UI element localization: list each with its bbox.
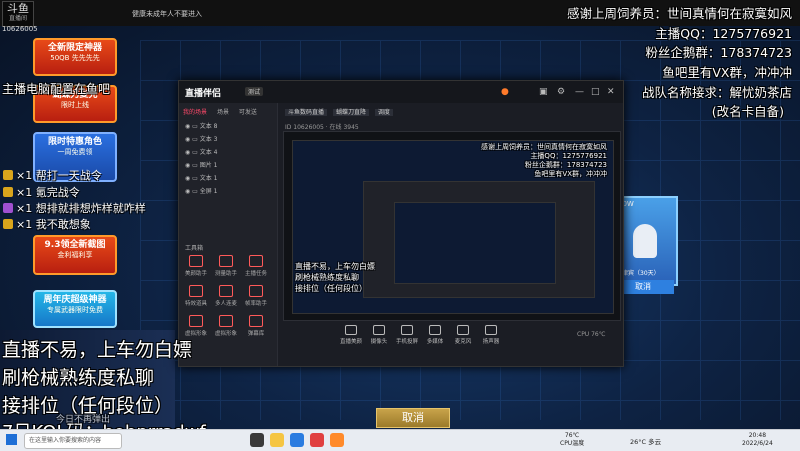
gift-icon [3, 187, 13, 197]
app-version: 测试 [245, 87, 264, 96]
room-header: 斗鱼数码直播 蝴蝶刀直降 调度 ID 10626005 · 在线 3945 [285, 107, 397, 131]
btn-speaker[interactable]: 扬声器 [479, 325, 503, 345]
faded-text: 今日不再弹出 [56, 415, 111, 425]
team-name: 战队名称接求：解忧奶茶店 [641, 85, 792, 100]
fans-group: 粉丝企鹅群：178374723 [645, 45, 792, 60]
danmu-item: ×1 我不敢想象 [3, 216, 91, 232]
tool-measure[interactable]: 测量助手 [215, 255, 237, 277]
taskbar-app-icon[interactable] [310, 433, 324, 447]
btn-media[interactable]: 多媒体 [423, 325, 447, 345]
btn-microphone[interactable]: 麦克风 [451, 325, 475, 345]
toolbox-label: 工具箱 [185, 245, 204, 252]
promo-banner-4[interactable]: 9.3领全新截图 金利福利享 [33, 235, 117, 275]
vx-note: 鱼吧里有VX群，冲冲冲 [662, 65, 792, 80]
tab-scenes[interactable]: 场景 [217, 109, 229, 116]
nested-bottom-text: 直播不易，上车勿白嫖 刷枪械熟练度私聊 接排位（任何段位） [295, 262, 375, 293]
minimize-icon[interactable]: — [575, 87, 584, 97]
room-info: ID 10626005 · 在线 3945 [285, 124, 359, 131]
scene-item[interactable]: ◉ ▭ 文本 8 [185, 121, 217, 130]
scene-item[interactable]: ◉ ▭ 图片 1 [185, 160, 217, 169]
nested-preview-2 [363, 181, 595, 298]
weather: 26°C 多云 [630, 438, 662, 446]
clock: 20:48 2022/6/24 [742, 432, 773, 447]
scene-item[interactable]: ◉ ▭ 文本 1 [185, 173, 217, 182]
tool-beauty[interactable]: 美颜助手 [185, 255, 207, 277]
nested-preview-3 [394, 202, 556, 284]
nested-preview-1: 感谢上周饲养员：世间真情何在寂寞如风 主播QQ：1275776921 粉丝企鹅群：1… [292, 140, 614, 314]
app-titlebar: 直播伴侣 测试 ● ▣ ⚙ — □ ✕ [179, 81, 623, 103]
header-tag[interactable]: 蝴蝶刀直降 [332, 109, 369, 116]
character-avatar [633, 224, 657, 258]
taskbar-app-icon[interactable] [290, 433, 304, 447]
scene-item[interactable]: ◉ ▭ 文本 3 [185, 134, 217, 143]
tool-multi-mic[interactable]: 多人连麦 [215, 285, 237, 307]
settings-icon[interactable]: ⚙ [557, 87, 565, 97]
app-stats: CPU 76℃ [577, 331, 606, 338]
pc-config-note: 主播电脑配置在鱼吧 [2, 82, 111, 96]
promo-banner-1[interactable]: 全新限定神器 50QB 先先先先 [33, 38, 117, 76]
tab-sendable[interactable]: 可发送 [239, 109, 257, 116]
tab-my-scenes[interactable]: 我的场景 [183, 109, 207, 116]
overlay-line-1: 直播不易，上车勿白嫖 [2, 339, 193, 361]
header-tag[interactable]: 斗鱼数码直播 [285, 109, 328, 116]
folder-icon[interactable] [270, 433, 284, 447]
cancel-button[interactable]: 取消 [376, 408, 450, 428]
tool-virtual-2[interactable]: 虚拟形象 [215, 315, 237, 337]
scene-item[interactable]: ◉ ▭ 文本 4 [185, 147, 217, 156]
tool-framerate[interactable]: 帧率助手 [245, 285, 267, 307]
warning-text: 健康未成年人不要进入 [132, 10, 202, 18]
btn-camera[interactable]: 摄像头 [367, 325, 391, 345]
windows-taskbar: 在这里输入你要搜索的内容 76℃ CPU温度 26°C 多云 20:48 2022/… [0, 429, 800, 451]
danmu-item: ×1 想排就排想炸样就咋样 [3, 200, 146, 216]
platform-logo: 斗鱼 直播间 [2, 1, 34, 27]
tool-effects[interactable]: 特效道具 [185, 285, 207, 307]
maximize-icon[interactable]: □ [591, 87, 600, 97]
danmu-item: ×1 氪完战令 [3, 184, 80, 200]
streaming-app-taskbar-icon[interactable] [330, 433, 344, 447]
tool-danmu[interactable]: 弹幕库 [245, 315, 267, 337]
stream-preview[interactable]: 感谢上周饲养员：世间真情何在寂寞如风 主播QQ：1275776921 粉丝企鹅群：1… [283, 131, 621, 321]
gift-icon [3, 203, 13, 213]
promo-banner-5[interactable]: 周年庆超级神器 专属武器限时免费 [33, 290, 117, 328]
app-logo: 直播伴侣 [185, 89, 222, 99]
btn-live-beauty[interactable]: 直播美颜 [339, 325, 363, 345]
cpu-temp: 76℃ CPU温度 [560, 432, 585, 447]
thanks-text: 感谢上周饲养员：世间真情何在寂寞如风 [566, 6, 792, 21]
room-id: 10626005 [2, 25, 38, 33]
overlay-line-2: 刷枪械熟练度私聊 [2, 367, 155, 389]
app-bottom-toolbar: 直播美颜 摄像头 手机投屏 多媒体 麦克风 扬声器 CPU 76℃ [277, 323, 623, 351]
scene-tabs: 我的场景 场景 可发送 [183, 107, 265, 116]
tool-tasks[interactable]: 主播任务 [245, 255, 267, 277]
close-icon[interactable]: ✕ [607, 87, 615, 97]
streaming-app-window: 直播伴侣 测试 ● ▣ ⚙ — □ ✕ 我的场景 场景 可发送 ◉ ▭ 文本 8… [178, 80, 624, 367]
nested-overlay-text: 感谢上周饲养员：世间真情何在寂寞如风 主播QQ：1275776921 粉丝企鹅群：1… [481, 143, 607, 178]
header-tag[interactable]: 调度 [374, 109, 393, 116]
team-note: (改名卡自备) [711, 104, 784, 119]
gift-icon [3, 219, 13, 229]
tool-virtual[interactable]: 虚拟形象 [185, 315, 207, 337]
scene-panel: 我的场景 场景 可发送 ◉ ▭ 文本 8 ◉ ▭ 文本 3 ◉ ▭ 文本 4 ◉… [179, 103, 278, 366]
gift-box-icon[interactable]: ▣ [539, 87, 548, 97]
gift-icon [3, 170, 13, 180]
anchor-qq: 主播QQ：1275776921 [655, 26, 792, 41]
scene-item[interactable]: ◉ ▭ 全屏 1 [185, 186, 217, 195]
btn-phone-cast[interactable]: 手机投屏 [395, 325, 419, 345]
taskbar-search[interactable]: 在这里输入你要搜索的内容 [24, 433, 122, 449]
taskbar-app-icon[interactable] [250, 433, 264, 447]
danmu-item: ×1 帮打一天战令 [3, 167, 102, 183]
avatar-icon[interactable]: ● [501, 87, 509, 97]
windows-start-icon[interactable] [6, 434, 17, 445]
